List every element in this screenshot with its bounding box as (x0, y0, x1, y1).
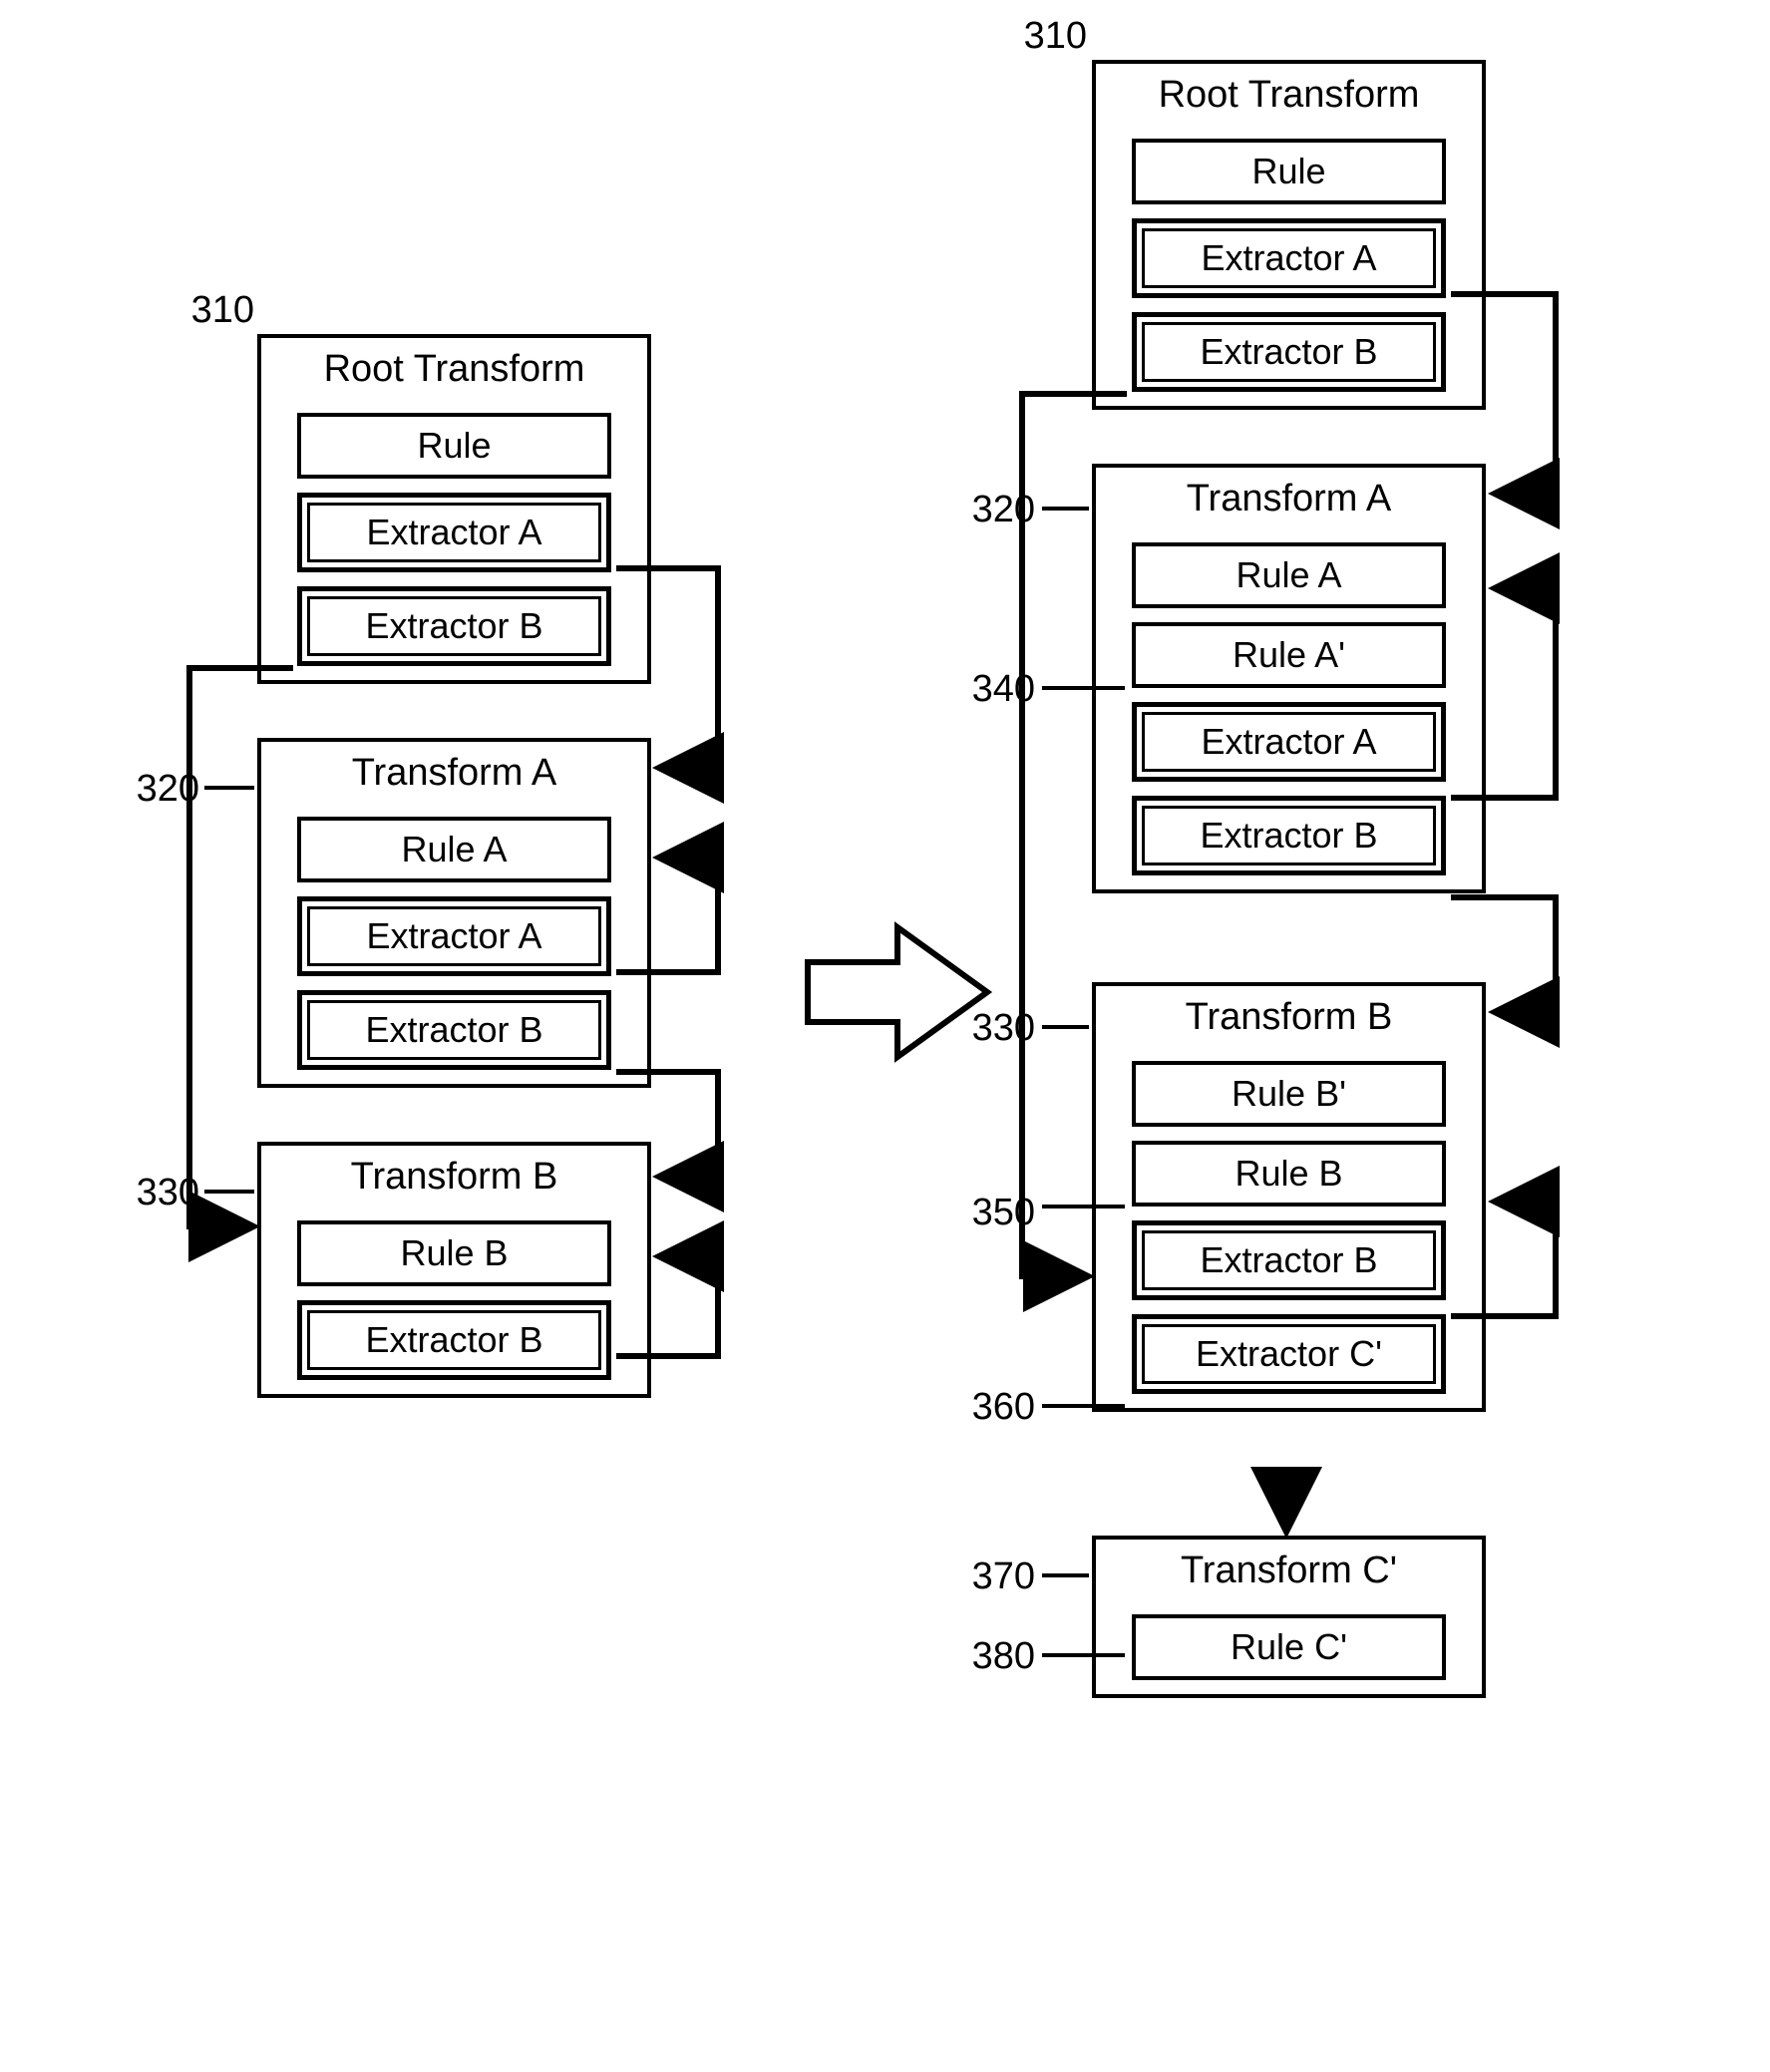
right-transform-a-extractor-b: Extractor B (1132, 796, 1446, 875)
left-transform-a: Transform A Rule A Extractor A Extractor… (257, 738, 651, 1088)
ref-340-right: 340 (955, 668, 1035, 711)
right-transform-c-rule: Rule C' (1132, 1614, 1446, 1680)
right-transform-b-rule-bprime: Rule B' (1132, 1061, 1446, 1127)
right-transform-a-extractor-a: Extractor A (1132, 702, 1446, 782)
left-transform-a-rule: Rule A (297, 817, 611, 882)
ref-380-right: 380 (955, 1635, 1035, 1678)
left-transform-a-extractor-b: Extractor B (297, 990, 611, 1070)
left-transform-b-extractor-b: Extractor B (297, 1300, 611, 1380)
right-transform-a: Transform A Rule A Rule A' Extractor A E… (1092, 464, 1486, 893)
right-transform-b: Transform B Rule B' Rule B Extractor B E… (1092, 982, 1486, 1412)
left-root-extractor-b: Extractor B (297, 586, 611, 666)
left-root-title: Root Transform (261, 338, 647, 399)
right-transform-b-title: Transform B (1096, 986, 1482, 1047)
right-root-transform: Root Transform Rule Extractor A Extracto… (1092, 60, 1486, 410)
left-transform-a-title: Transform A (261, 742, 647, 803)
right-transform-b-extractor-c: Extractor C' (1132, 1314, 1446, 1394)
left-transform-b: Transform B Rule B Extractor B (257, 1142, 651, 1398)
left-transform-b-title: Transform B (261, 1146, 647, 1207)
right-transform-a-rule-a: Rule A (1132, 542, 1446, 608)
ref-330-right: 330 (955, 1007, 1035, 1050)
right-transform-b-rule-b: Rule B (1132, 1141, 1446, 1207)
diagram-canvas: 310 Root Transform Rule Extractor A Extr… (0, 0, 1770, 2072)
right-root-rule: Rule (1132, 139, 1446, 204)
ref-330-left: 330 (120, 1172, 199, 1214)
left-transform-a-extractor-a: Extractor A (297, 896, 611, 976)
ref-320-left: 320 (120, 768, 199, 811)
left-root-extractor-a: Extractor A (297, 493, 611, 572)
right-root-extractor-b: Extractor B (1132, 312, 1446, 392)
right-root-extractor-a: Extractor A (1132, 218, 1446, 298)
right-transform-c-title: Transform C' (1096, 1540, 1482, 1600)
left-root-transform: Root Transform Rule Extractor A Extracto… (257, 334, 651, 684)
ref-310-right: 310 (1007, 15, 1087, 58)
right-transform-c: Transform C' Rule C' (1092, 1536, 1486, 1698)
ref-320-right: 320 (955, 489, 1035, 531)
ref-350-right: 350 (955, 1192, 1035, 1234)
ref-360-right: 360 (955, 1386, 1035, 1429)
left-root-rule: Rule (297, 413, 611, 479)
right-transform-b-extractor-b: Extractor B (1132, 1220, 1446, 1300)
right-transform-a-rule-aprime: Rule A' (1132, 622, 1446, 688)
left-transform-b-rule: Rule B (297, 1220, 611, 1286)
right-transform-a-title: Transform A (1096, 468, 1482, 528)
ref-370-right: 370 (955, 1555, 1035, 1598)
ref-310-left: 310 (175, 289, 254, 332)
right-root-title: Root Transform (1096, 64, 1482, 125)
